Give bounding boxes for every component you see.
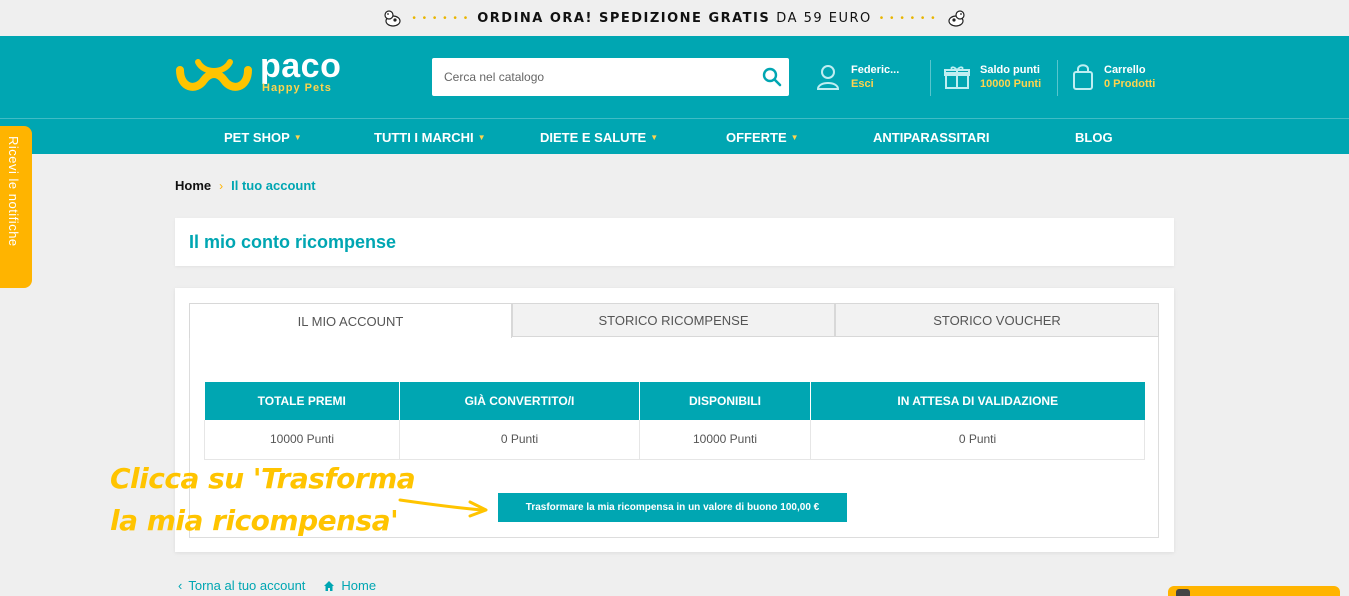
search-bar <box>432 58 789 96</box>
nav-item-blog[interactable]: BLOG <box>1075 119 1113 155</box>
dog-icon <box>384 10 401 27</box>
search-button[interactable] <box>755 58 789 96</box>
arrow-right-icon <box>398 498 488 518</box>
page-title: Il mio conto ricompense <box>189 232 397 252</box>
dotted-decoration: • • • • • • <box>879 12 937 24</box>
column-header: DISPONIBILI <box>639 382 811 420</box>
tab-storico-voucher[interactable]: Storico voucher <box>835 303 1159 337</box>
cart-block[interactable]: Carrello 0 Prodotti <box>1072 58 1155 96</box>
breadcrumb-home[interactable]: Home <box>175 178 211 193</box>
points-label: Saldo punti <box>980 64 1040 76</box>
column-header: TOTALE PREMI <box>204 382 400 420</box>
table-header-row: TOTALE PREMI GIÀ CONVERTITO/I DISPONIBIL… <box>204 382 1145 420</box>
chat-widget[interactable] <box>1168 586 1340 596</box>
footer-links: ‹ Torna al tuo account Home <box>178 578 376 593</box>
divider <box>930 60 931 96</box>
logout-link[interactable]: Esci <box>851 77 899 91</box>
chevron-left-icon: ‹ <box>178 578 183 593</box>
account-name: Federic... <box>851 64 900 76</box>
notifications-label: Ricevi le notifiche <box>6 136 21 247</box>
nav-item-pet-shop[interactable]: PET SHOP ▼ <box>224 119 302 155</box>
logo[interactable]: paco Happy Pets <box>174 47 342 98</box>
chat-icon <box>1176 589 1190 596</box>
nav-item-antiparassitari[interactable]: ANTIPARASSITARI <box>873 119 990 155</box>
main-nav: PET SHOP ▼ TUTTI I MARCHI ▼ DIETE E SALUTE… <box>0 118 1349 154</box>
convert-reward-button[interactable]: Trasformare la mia ricompensa in un valo… <box>498 493 847 522</box>
table-cell: 10000 Punti <box>204 420 400 460</box>
instruction-annotation: Clicca su 'Trasforma la mia ricompensa' <box>110 458 416 542</box>
account-block[interactable]: Federic... Esci <box>815 58 899 96</box>
column-header: IN ATTESA DI VALIDAZIONE <box>810 382 1145 420</box>
dog-icon <box>948 10 965 27</box>
nav-item-tutti-i-marchi[interactable]: TUTTI I MARCHI ▼ <box>374 119 486 155</box>
table-row: 10000 Punti 0 Punti 10000 Punti 0 Punti <box>204 420 1145 460</box>
cart-label: Carrello <box>1104 64 1146 76</box>
tab-il-mio-account[interactable]: Il mio account <box>189 303 512 338</box>
nav-item-offerte[interactable]: OFFERTE ▼ <box>726 119 799 155</box>
gift-icon <box>944 66 970 89</box>
notifications-tab[interactable]: Ricevi le notifiche <box>0 126 32 288</box>
column-header: GIÀ CONVERTITO/I <box>399 382 640 420</box>
caret-down-icon: ▼ <box>790 132 799 142</box>
points-block[interactable]: Saldo punti 10000 Punti <box>944 58 1041 96</box>
dotted-decoration: • • • • • • <box>412 12 470 24</box>
home-link[interactable]: Home <box>323 578 376 593</box>
user-icon <box>816 65 840 90</box>
site-header: paco Happy Pets Federic... Esci <box>0 36 1349 118</box>
search-input[interactable] <box>432 58 755 96</box>
back-to-account-link[interactable]: ‹ Torna al tuo account <box>178 578 305 593</box>
caret-down-icon: ▼ <box>477 132 486 142</box>
breadcrumb: Home › Il tuo account <box>175 178 316 193</box>
logo-tagline: Happy Pets <box>262 82 332 94</box>
shopping-bag-icon <box>1073 64 1093 90</box>
divider <box>1057 60 1058 96</box>
tab-storico-ricompense[interactable]: Storico ricompense <box>512 303 835 337</box>
annotation-line-2: la mia ricompensa' <box>110 504 399 537</box>
table-cell: 10000 Punti <box>639 420 811 460</box>
points-table: TOTALE PREMI GIÀ CONVERTITO/I DISPONIBIL… <box>204 382 1145 460</box>
promo-text: ORDINA ORA! SPEDIZIONE GRATIS DA 59 EURO <box>477 10 872 26</box>
title-card: Il mio conto ricompense <box>175 218 1174 266</box>
nav-item-diete-e-salute[interactable]: DIETE E SALUTE ▼ <box>540 119 658 155</box>
cart-count: 0 Prodotti <box>1104 78 1156 90</box>
annotation-line-1: Clicca su 'Trasforma <box>110 462 416 495</box>
table-cell: 0 Punti <box>810 420 1145 460</box>
chevron-right-icon: › <box>219 178 224 193</box>
search-icon <box>762 67 782 87</box>
home-icon <box>324 580 335 591</box>
breadcrumb-current[interactable]: Il tuo account <box>231 178 316 193</box>
promo-banner: • • • • • • ORDINA ORA! SPEDIZIONE GRATI… <box>0 0 1349 36</box>
logo-name: paco <box>260 47 342 85</box>
caret-down-icon: ▼ <box>293 132 302 142</box>
points-value: 10000 Punti <box>980 78 1042 90</box>
caret-down-icon: ▼ <box>650 132 659 142</box>
logo-icon <box>176 59 252 91</box>
table-cell: 0 Punti <box>399 420 640 460</box>
